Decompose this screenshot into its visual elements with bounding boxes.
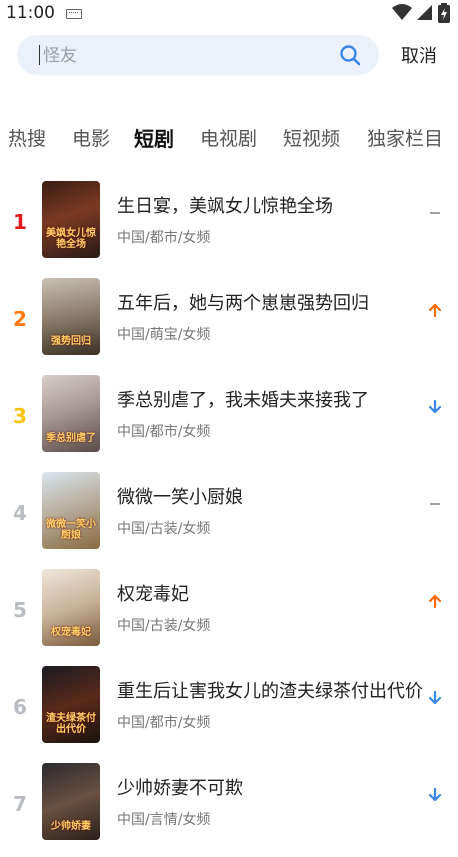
rank-number: 4 — [13, 501, 27, 525]
arrow-up-icon — [428, 303, 442, 318]
list-item[interactable]: 2 强势回归 五年后，她与两个崽崽强势回归 中国/萌宝/女频 — [0, 275, 458, 372]
status-icons — [391, 3, 450, 23]
item-tags: 中国/古装/女频 — [117, 521, 211, 537]
cover-title: 微微一笑小厨娘 — [46, 519, 96, 541]
tab-exclusive-columns[interactable]: 独家栏目 — [367, 124, 443, 151]
item-tags: 中国/言情/女频 — [117, 812, 211, 828]
cover-title: 季总别虐了 — [46, 433, 96, 444]
cover-image[interactable]: 微微一笑小厨娘 — [42, 472, 100, 549]
search-input[interactable] — [41, 35, 335, 77]
category-tabs: 热搜 电影 短剧 电视剧 短视频 独家栏目 — [0, 120, 458, 154]
arrow-down-icon — [428, 690, 442, 705]
item-title: 权宠毒妃 — [117, 584, 189, 605]
arrow-down-icon — [428, 399, 442, 414]
item-title: 微微一笑小厨娘 — [117, 487, 243, 508]
tab-movies[interactable]: 电影 — [72, 124, 110, 151]
text-cursor — [39, 45, 40, 65]
item-tags: 中国/都市/女频 — [117, 230, 211, 246]
dash-icon — [430, 503, 440, 505]
keyboard-icon — [66, 9, 82, 19]
rank-number: 6 — [13, 695, 27, 719]
cover-image[interactable]: 美飒女儿惊艳全场 — [42, 181, 100, 258]
rank-number: 3 — [13, 404, 27, 428]
wifi-icon — [391, 4, 412, 20]
cover-title: 强势回归 — [51, 336, 91, 347]
signal-icon — [416, 5, 432, 20]
cover-image[interactable]: 权宠毒妃 — [42, 569, 100, 646]
list-item[interactable]: 4 微微一笑小厨娘 微微一笑小厨娘 中国/古装/女频 — [0, 469, 458, 566]
arrow-down-icon — [428, 787, 442, 802]
tab-short-video[interactable]: 短视频 — [283, 124, 340, 151]
cover-image[interactable]: 少帅娇妻 — [42, 763, 100, 840]
item-title: 五年后，她与两个崽崽强势回归 — [117, 293, 369, 314]
cover-image[interactable]: 强势回归 — [42, 278, 100, 355]
item-title: 生日宴，美飒女儿惊艳全场 — [117, 196, 333, 217]
search-icon[interactable] — [339, 44, 361, 66]
status-time: 11:00 — [6, 3, 55, 23]
rank-number: 2 — [13, 307, 27, 331]
tab-hot-search[interactable]: 热搜 — [8, 124, 46, 151]
item-title: 季总别虐了，我未婚夫来接我了 — [117, 390, 369, 411]
tab-short-drama[interactable]: 短剧 — [134, 123, 174, 152]
cover-title: 渣夫绿茶付出代价 — [46, 713, 96, 735]
arrow-up-icon — [428, 594, 442, 609]
cover-image[interactable]: 渣夫绿茶付出代价 — [42, 666, 100, 743]
list-item[interactable]: 7 少帅娇妻 少帅娇妻不可欺 中国/言情/女频 — [0, 760, 458, 857]
tab-tv-series[interactable]: 电视剧 — [200, 124, 257, 151]
cover-title: 权宠毒妃 — [51, 627, 91, 638]
list-item[interactable]: 1 美飒女儿惊艳全场 生日宴，美飒女儿惊艳全场 中国/都市/女频 — [0, 178, 458, 275]
item-tags: 中国/都市/女频 — [117, 424, 211, 440]
status-bar: 11:00 — [0, 0, 458, 26]
item-tags: 中国/都市/女频 — [117, 715, 211, 731]
item-title: 重生后让害我女儿的渣夫绿茶付出代价 — [117, 681, 423, 702]
dash-icon — [430, 212, 440, 214]
cover-image[interactable]: 季总别虐了 — [42, 375, 100, 452]
rank-number: 7 — [13, 792, 27, 816]
rank-number: 1 — [13, 210, 27, 234]
item-tags: 中国/古装/女频 — [117, 618, 211, 634]
list-item[interactable]: 3 季总别虐了 季总别虐了，我未婚夫来接我了 中国/都市/女频 — [0, 372, 458, 469]
cover-title: 少帅娇妻 — [51, 821, 91, 832]
search-bar[interactable] — [17, 35, 379, 77]
battery-icon — [438, 3, 450, 23]
item-tags: 中国/萌宝/女频 — [117, 327, 211, 343]
cancel-button[interactable]: 取消 — [401, 42, 437, 68]
rank-number: 5 — [13, 598, 27, 622]
list-item[interactable]: 5 权宠毒妃 权宠毒妃 中国/古装/女频 — [0, 566, 458, 663]
cover-title: 美飒女儿惊艳全场 — [46, 228, 96, 250]
item-title: 少帅娇妻不可欺 — [117, 778, 243, 799]
list-item[interactable]: 6 渣夫绿茶付出代价 重生后让害我女儿的渣夫绿茶付出代价 中国/都市/女频 — [0, 663, 458, 760]
